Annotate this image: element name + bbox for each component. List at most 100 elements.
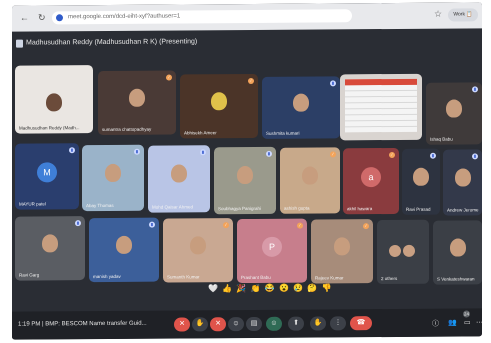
- more-options-button[interactable]: ⋮: [330, 316, 346, 331]
- mic-muted-icon: ∕: [166, 74, 172, 81]
- captions-button[interactable]: ▤: [246, 316, 262, 332]
- participant-name: Mohd Qaisar Ahmed: [152, 204, 194, 210]
- participant-name: Sumanth Kumar: [167, 274, 200, 280]
- mic-icon: ▮: [430, 152, 436, 159]
- mic-muted-icon: ∕: [297, 222, 303, 229]
- present-button[interactable]: ⬆: [288, 316, 304, 331]
- participant-tile[interactable]: ∕ ashish gupta: [280, 147, 340, 214]
- emoji-button[interactable]: ☺: [228, 317, 244, 332]
- meet-logo-icon: [16, 39, 23, 48]
- mic-icon: ▮: [134, 148, 140, 155]
- participant-name: Rajeev Kumar: [315, 275, 344, 281]
- participant-name: S Venkateshwaran: [437, 276, 475, 282]
- participant-tile[interactable]: ▮ Soubhagya Panigrahi: [214, 146, 276, 215]
- participant-name: akhil hawara: [347, 206, 373, 212]
- participant-tile[interactable]: ▮ Mohd Qaisar Ahmed: [148, 145, 210, 213]
- participant-tile[interactable]: S Venkateshwaran: [433, 220, 482, 285]
- mic-icon: ▮: [330, 80, 336, 87]
- reaction-party-icon[interactable]: 🎉: [236, 284, 247, 293]
- participant-tile[interactable]: ▮ Andrew Jerome: [443, 149, 482, 216]
- participant-video: [302, 166, 318, 185]
- raise-hand-button[interactable]: ✋: [310, 316, 326, 331]
- participant-tile[interactable]: ▮ Ravi Garg: [15, 216, 85, 281]
- reaction-surprised-icon[interactable]: 😮: [279, 284, 290, 293]
- participant-video: [446, 99, 462, 118]
- reactions-button[interactable]: ☺: [266, 316, 282, 331]
- mic-icon: ▮: [200, 149, 206, 156]
- reaction-laugh-icon[interactable]: 😂: [265, 284, 276, 293]
- others-tile[interactable]: 2 others: [377, 219, 429, 285]
- hand-icon: ✋: [195, 320, 205, 328]
- hand-button[interactable]: ✋: [192, 317, 208, 332]
- participant-tile[interactable]: P ∕ Prashant Babu: [237, 218, 307, 284]
- site-icon: [56, 14, 63, 22]
- participant-video: [293, 93, 309, 112]
- participant-tile[interactable]: ▮ Sushmita kumari: [262, 76, 340, 139]
- participant-tile[interactable]: ∕ Rajeev Kumar: [311, 219, 373, 284]
- address-url: meet.google.com/dcd-eiht-xyf?authuser=1: [68, 13, 181, 21]
- participant-tile[interactable]: ▮ Ishaq Babu: [426, 82, 482, 145]
- bookmark-star-icon[interactable]: ☆: [434, 9, 442, 20]
- participant-video: [116, 235, 132, 254]
- participant-name: Madhusudhan Reddy (Madh...: [19, 125, 80, 131]
- shared-screen-tile[interactable]: [340, 73, 422, 141]
- meeting-info: 1:19 PM | BMP: BESCOM Name transfer Guid…: [18, 321, 147, 328]
- reaction-thumbs-down-icon[interactable]: 👎: [322, 283, 333, 292]
- participant-tile[interactable]: Madhusudhan Reddy (Madh...: [15, 65, 93, 134]
- mic-muted-icon: ∕: [330, 151, 336, 158]
- meet-window: ← ↻ meet.google.com/dcd-eiht-xyf?authuse…: [12, 2, 482, 340]
- leave-call-icon: ☎: [356, 319, 366, 327]
- participant-tile[interactable]: ▮ Abay Thomas: [82, 144, 144, 212]
- reload-icon[interactable]: ↻: [38, 12, 46, 22]
- info-icon[interactable]: ⓘ: [432, 319, 439, 329]
- reaction-thinking-icon[interactable]: 🤔: [307, 284, 318, 293]
- participant-video: [190, 236, 206, 255]
- participant-tile[interactable]: ▮ manish yadav: [89, 217, 159, 283]
- mic-icon: ▮: [69, 147, 75, 154]
- people-icon[interactable]: 👥: [448, 319, 457, 327]
- emoji-icon: ☺: [232, 320, 240, 328]
- profile-chip[interactable]: Work 📋: [448, 8, 478, 22]
- present-icon: ⬆: [293, 319, 299, 327]
- mic-off-icon: ✕: [179, 320, 185, 328]
- participant-avatar: P: [262, 236, 282, 258]
- participant-name: Andrew Jerome: [447, 207, 479, 213]
- reaction-thumbs-up-icon[interactable]: 👍: [222, 284, 233, 293]
- reaction-heart-icon[interactable]: 🤍: [208, 284, 219, 293]
- people-count-badge: 24: [463, 310, 470, 318]
- mic-icon: ▮: [472, 86, 478, 93]
- reaction-sad-icon[interactable]: 😢: [293, 284, 304, 293]
- reaction-bar: 🤍 👍 🎉 👏 😂 😮 😢 🤔 👎: [208, 283, 333, 293]
- others-label: 2 others: [381, 275, 398, 282]
- mic-icon: ▮: [472, 153, 478, 160]
- participant-tile[interactable]: a ∕ akhil hawara: [343, 147, 399, 215]
- participant-video: [211, 92, 227, 111]
- participant-tile[interactable]: ∕ sumantra chattopadhyay: [98, 70, 176, 136]
- participant-tile[interactable]: M ▮ MAYUR patel: [15, 143, 79, 210]
- activities-icon[interactable]: ⋯: [476, 318, 482, 326]
- participant-video: [171, 164, 187, 183]
- meeting-name: BMP: BESCOM Name transfer Guid...: [45, 320, 147, 328]
- chat-icon[interactable]: ▭: [464, 318, 471, 326]
- participant-name: MAYUR patel: [19, 201, 46, 207]
- participant-tile[interactable]: ∕ Sumanth Kumar: [163, 218, 233, 283]
- meeting-time: 1:19 PM: [18, 321, 41, 328]
- captions-icon: ▤: [250, 319, 258, 327]
- participant-name: Sushmita kumari: [266, 130, 300, 136]
- mic-muted-icon: ∕: [363, 223, 369, 230]
- camera-toggle-button[interactable]: ✕: [210, 317, 226, 332]
- participant-name: Abhisekh Ameer: [184, 130, 217, 136]
- mic-icon: ▮: [266, 150, 272, 157]
- back-icon[interactable]: ←: [20, 13, 29, 23]
- participant-avatar: a: [361, 167, 381, 188]
- participant-tile[interactable]: ∕ Abhisekh Ameer: [180, 73, 258, 139]
- leave-call-button[interactable]: ☎: [350, 316, 372, 331]
- participant-tile[interactable]: ▮ Ravi Prasad: [402, 148, 440, 215]
- camera-off-icon: ✕: [215, 320, 221, 328]
- participant-avatar: M: [37, 162, 57, 183]
- address-bar[interactable]: meet.google.com/dcd-eiht-xyf?authuser=1: [52, 9, 352, 25]
- reaction-clap-icon[interactable]: 👏: [251, 284, 262, 293]
- participant-video: [334, 237, 350, 256]
- mic-toggle-button[interactable]: ✕: [174, 317, 190, 332]
- participant-video: [105, 163, 121, 182]
